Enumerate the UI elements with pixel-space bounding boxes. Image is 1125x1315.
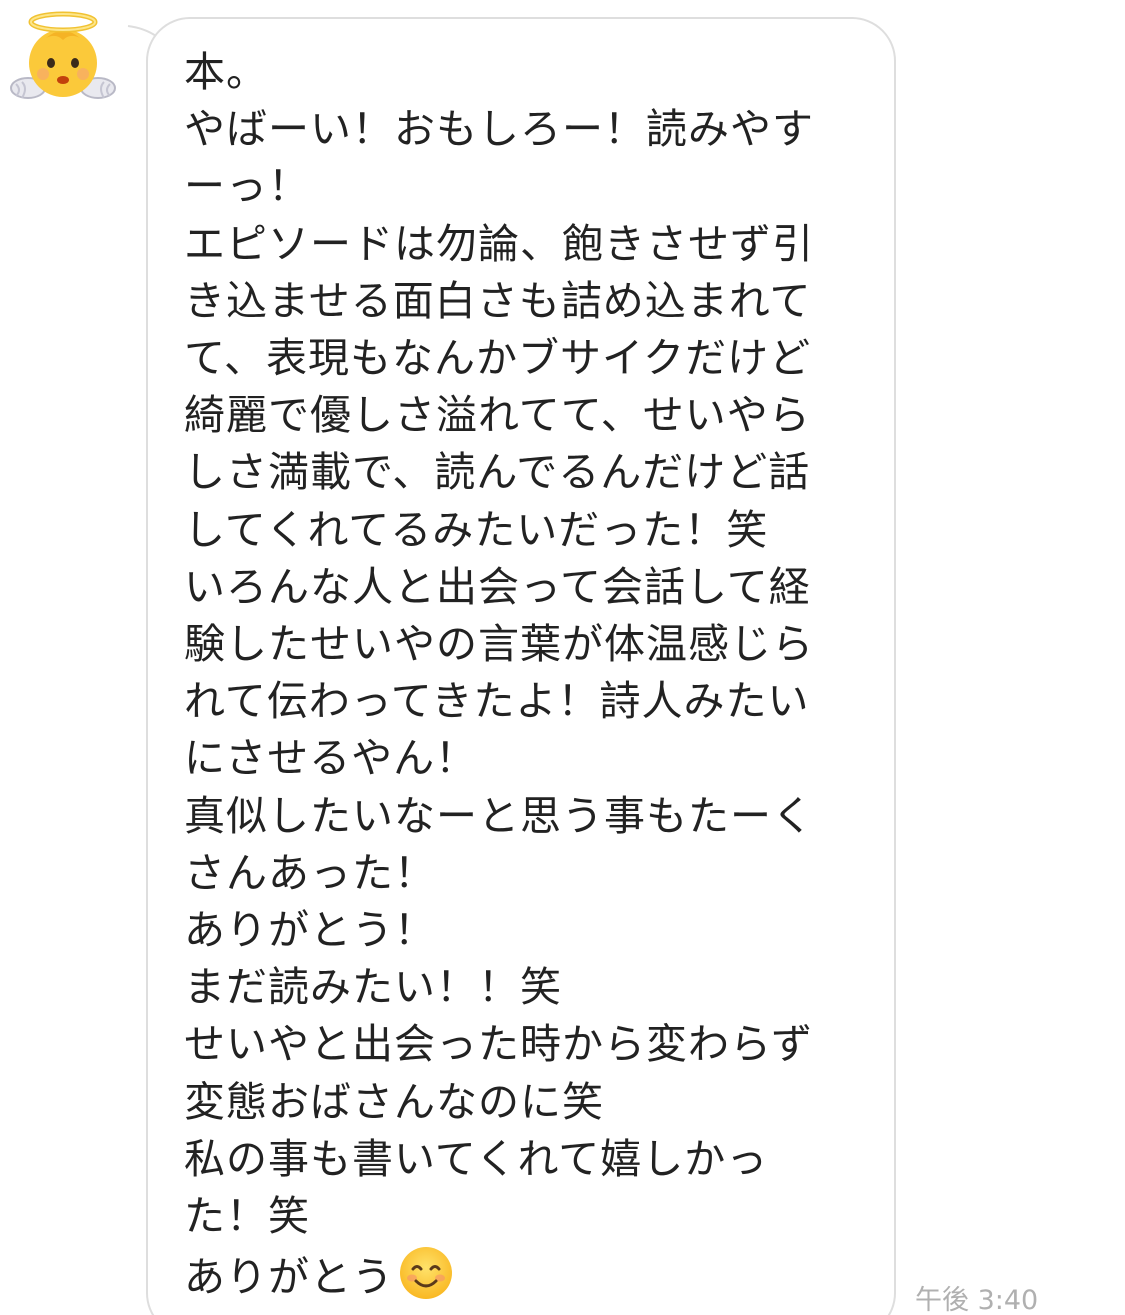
- message-line: せいやと出会った時から変わらず: [184, 1020, 814, 1069]
- message-line: 私の事も書いてくれて嬉しかっ: [184, 1134, 769, 1183]
- message-line: しさ満載で、読んでるんだけど話: [184, 448, 811, 497]
- message-line: 験したせいやの言葉が体温感じら: [184, 620, 814, 669]
- message-line: ありがとう！: [184, 906, 436, 955]
- message-line: ーっ！: [184, 162, 310, 211]
- message-line: やばーい！おもしろー！読みやす: [184, 105, 814, 154]
- angel-baby-emoji-icon: [10, 11, 116, 99]
- message-line: ありがとう: [184, 1253, 394, 1302]
- message-line: 綺麗で優しさ溢れてて、せいやら: [184, 391, 811, 440]
- message-line: 本。: [184, 48, 268, 96]
- message-line: さんあった！: [184, 848, 436, 897]
- sender-avatar[interactable]: [8, 8, 118, 108]
- message-line: き込ませる面白さも詰め込まれて: [184, 276, 812, 325]
- message-line: れて伝わってきたよ！詩人みたい: [184, 677, 810, 726]
- message-line: て、表現もなんかブサイクだけど: [184, 334, 812, 383]
- message-line: してくれてるみたいだった！笑: [184, 505, 769, 554]
- message-line: 変態おばさんなのに笑: [184, 1077, 604, 1126]
- message-line: まだ読みたい！！笑: [184, 963, 562, 1012]
- message-line: いろんな人と出会って会話して経: [184, 562, 811, 611]
- smiling-face-emoji-icon: [400, 1247, 452, 1300]
- message-timestamp: 午後 3:40: [915, 1285, 1039, 1315]
- message-line-last: ありがとう: [184, 1245, 874, 1306]
- message-line: にさせるやん！: [184, 734, 478, 783]
- message-line: 真似したいなーと思う事もたーく: [184, 791, 814, 840]
- message-line: エピソードは勿論、飽きさせず引: [184, 219, 814, 268]
- message-line: た！笑: [184, 1192, 310, 1241]
- message-text: 本。 やばーい！おもしろー！読みやす ーっ！ エピソードは勿論、飽きさせず引 き…: [184, 44, 874, 1306]
